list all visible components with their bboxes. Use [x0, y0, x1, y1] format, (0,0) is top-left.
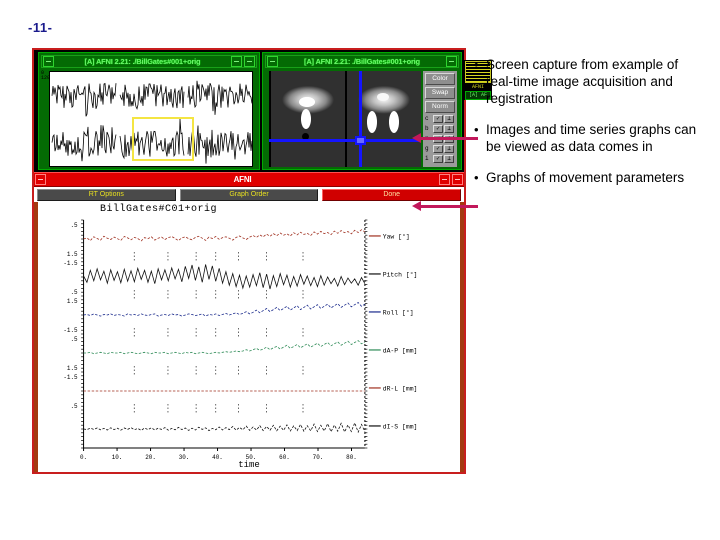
- toggle-label: g: [425, 145, 429, 152]
- timeseries-highlight-box: [132, 117, 194, 161]
- minimize-icon[interactable]: [439, 174, 450, 185]
- timeseries-window-title: [A] AFNI 2.21: ./BillGates#001+orig: [84, 57, 201, 66]
- svg-text:-1.5: -1.5: [63, 260, 78, 267]
- screenshot-composite: [A] AFNI 2.21: ./BillGates#001+orig 0 120…: [32, 48, 492, 474]
- graph-order-button[interactable]: Graph Order: [179, 188, 319, 201]
- top-windows-strip: [A] AFNI 2.21: ./BillGates#001+orig 0 120…: [34, 50, 492, 172]
- window-menu-icon[interactable]: [43, 56, 54, 67]
- bullet-marker: •: [474, 57, 479, 72]
- swap-button[interactable]: Swap: [425, 87, 455, 99]
- bullet-marker: •: [474, 170, 479, 185]
- afni-image-window[interactable]: [A] AFNI 2.21: ./BillGates#001+orig Colo…: [262, 52, 462, 170]
- svg-text:1.5: 1.5: [67, 251, 78, 258]
- bullet-text: Images and time series graphs can be vie…: [486, 122, 697, 154]
- afni-main-title: AFNI: [233, 175, 252, 184]
- timeseries-plot-canvas[interactable]: [49, 71, 253, 167]
- crosshair-marker[interactable]: [355, 136, 366, 145]
- rt-options-button[interactable]: RT Options: [37, 188, 176, 201]
- image-control-column[interactable]: Color Swap Norm c ✓ ⊥ b ✓ ⊥ n ✓ ⊥: [423, 71, 457, 167]
- slide-number: -11-: [28, 20, 53, 35]
- annotation-arrow-images: [412, 133, 478, 143]
- motion-parameter-graph[interactable]: BillGates#C01+orig 0. 10. 20. 30. 40. 50. 60. 7…: [34, 202, 464, 472]
- motion-plot-svg: 0. 10. 20. 30. 40. 50. 60. 70. 80.Yaw [°].51.5Pi…: [63, 219, 418, 461]
- svg-text:dI-S [mm]: dI-S [mm]: [383, 423, 418, 430]
- bullet-marker: •: [474, 122, 479, 137]
- checkbox-icon[interactable]: ✓: [433, 124, 443, 133]
- arrow-icon[interactable]: ⊥: [444, 124, 454, 133]
- graph-x-axis-label: time: [238, 460, 260, 470]
- arrow-icon[interactable]: ⊥: [444, 114, 454, 123]
- bullet-text: Graphs of movement parameters: [486, 170, 685, 185]
- color-button[interactable]: Color: [425, 73, 455, 85]
- checkbox-icon[interactable]: ✓: [433, 154, 443, 163]
- annotation-arrow-graph: [412, 201, 478, 211]
- image-window-title: [A] AFNI 2.21: ./BillGates#001+orig: [304, 57, 420, 66]
- svg-text:1.5: 1.5: [67, 365, 78, 372]
- svg-text:-1.5: -1.5: [63, 374, 78, 381]
- brain-slice-left: [271, 71, 345, 167]
- graph-title: BillGates#C01+orig: [100, 204, 218, 215]
- timeseries-title-bar[interactable]: [A] AFNI 2.21: ./BillGates#001+orig: [41, 55, 257, 68]
- afni-button-row: RT Options Graph Order Done: [34, 187, 464, 202]
- afni-main-title-bar[interactable]: AFNI: [34, 172, 464, 187]
- svg-text:Yaw [°]: Yaw [°]: [383, 232, 410, 240]
- svg-text:Roll [°]: Roll [°]: [383, 308, 414, 316]
- bullet-item: • Screen capture from example of real-ti…: [474, 56, 702, 107]
- svg-text:-1.5: -1.5: [63, 327, 78, 334]
- arrow-icon[interactable]: ⊥: [444, 144, 454, 153]
- toggle-label: b: [425, 125, 429, 132]
- toggle-row[interactable]: g ✓ ⊥: [425, 144, 455, 153]
- checkbox-icon[interactable]: ✓: [433, 144, 443, 153]
- svg-text:.5: .5: [70, 289, 78, 296]
- toggle-row[interactable]: c ✓ ⊥: [425, 114, 455, 123]
- image-title-bar[interactable]: [A] AFNI 2.21: ./BillGates#001+orig: [265, 55, 459, 68]
- bullet-item: • Graphs of movement parameters: [474, 169, 702, 186]
- window-menu-icon[interactable]: [267, 56, 278, 67]
- afni-timeseries-window[interactable]: [A] AFNI 2.21: ./BillGates#001+orig 0 120…: [38, 52, 260, 170]
- svg-text:dA-P [mm]: dA-P [mm]: [383, 347, 418, 354]
- checkbox-icon[interactable]: ✓: [433, 114, 443, 123]
- minimize-icon[interactable]: [231, 56, 242, 67]
- toggle-label: c: [425, 115, 429, 122]
- svg-text:.5: .5: [70, 222, 78, 229]
- crosshair-horizontal: [269, 139, 421, 142]
- maximize-icon[interactable]: [452, 174, 463, 185]
- svg-text:.5: .5: [70, 336, 78, 343]
- svg-text:Pitch [°]: Pitch [°]: [383, 270, 418, 278]
- done-button[interactable]: Done: [322, 188, 462, 201]
- norm-button[interactable]: Norm: [425, 101, 455, 113]
- toggle-label: i: [425, 155, 429, 162]
- toggle-row[interactable]: i ✓ ⊥: [425, 154, 455, 163]
- toggle-row[interactable]: b ✓ ⊥: [425, 124, 455, 133]
- arrow-icon[interactable]: ⊥: [444, 154, 454, 163]
- bullet-list: • Screen capture from example of real-ti…: [474, 56, 702, 200]
- bullet-item: • Images and time series graphs can be v…: [474, 121, 702, 155]
- svg-text:.5: .5: [70, 403, 78, 410]
- bullet-text: Screen capture from example of real-time…: [486, 57, 679, 106]
- maximize-icon[interactable]: [244, 56, 255, 67]
- crosshair-vertical: [359, 71, 362, 167]
- svg-text:dR-L [mm]: dR-L [mm]: [383, 385, 418, 392]
- svg-text:1.5: 1.5: [67, 298, 78, 305]
- minimize-icon[interactable]: [446, 56, 457, 67]
- brain-image-area[interactable]: [269, 71, 421, 167]
- window-menu-icon[interactable]: [35, 174, 46, 185]
